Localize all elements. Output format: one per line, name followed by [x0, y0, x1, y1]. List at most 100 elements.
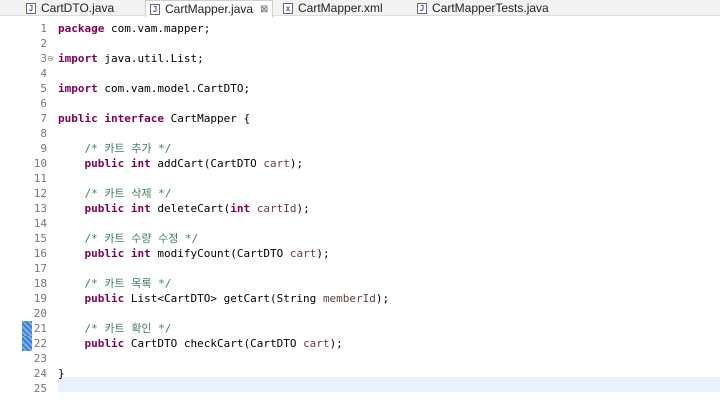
- line-number: 14: [33, 217, 47, 230]
- code-editor[interactable]: package com.vam.mapper; import java.util.…: [58, 16, 720, 411]
- keyword-token: public: [84, 292, 125, 305]
- code-line[interactable]: [58, 216, 720, 231]
- tab-cartmapper-xml[interactable]: x CartMapper.xml: [283, 0, 383, 16]
- code-line[interactable]: [58, 171, 720, 186]
- code-token: com.vam.mapper;: [104, 22, 211, 35]
- code-line[interactable]: [58, 66, 720, 81]
- tab-label: CartMapper.xml: [298, 0, 383, 15]
- code-token: com.vam.model.CartDTO;: [97, 82, 251, 95]
- code-token: deleteCart(: [150, 202, 231, 215]
- keyword-token: import: [58, 82, 98, 95]
- code-line[interactable]: /* 카트 목록 */: [58, 276, 720, 291]
- code-line[interactable]: [58, 351, 720, 366]
- comment-token: /* 카트 삭제 */: [84, 187, 172, 200]
- code-line[interactable]: public List<CartDTO> getCart(String memb…: [58, 291, 720, 306]
- line-number: 7: [40, 112, 47, 125]
- keyword-token: public: [84, 202, 125, 215]
- code-line[interactable]: [58, 36, 720, 51]
- line-number: 2: [40, 37, 47, 50]
- line-number: 18: [33, 277, 47, 290]
- code-line[interactable]: public int modifyCount(CartDTO cart);: [58, 246, 720, 261]
- code-line[interactable]: }: [58, 366, 720, 381]
- line-number: 5: [40, 82, 47, 95]
- code-line[interactable]: public interface CartMapper {: [58, 111, 720, 126]
- line-number: 12: [33, 187, 47, 200]
- keyword-token: int: [130, 157, 151, 170]
- close-tab-icon[interactable]: ⊠: [260, 2, 268, 17]
- line-number: 20: [33, 307, 47, 320]
- code-token: addCart(CartDTO: [150, 157, 264, 170]
- keyword-token: int: [130, 247, 151, 260]
- line-number: 13: [33, 202, 47, 215]
- code-line[interactable]: public int deleteCart(int cartId);: [58, 201, 720, 216]
- line-number: 24: [33, 367, 47, 380]
- line-number: 16: [33, 247, 47, 260]
- code-line[interactable]: /* 카트 확인 */: [58, 321, 720, 336]
- code-line[interactable]: [58, 96, 720, 111]
- tab-cartmappertests-java[interactable]: J CartMapperTests.java: [417, 0, 549, 16]
- code-token: modifyCount(CartDTO: [150, 247, 290, 260]
- tab-label: CartMapper.java: [165, 1, 254, 16]
- keyword-token: interface: [104, 112, 164, 125]
- line-number: 11: [33, 172, 47, 185]
- line-number: 21: [33, 322, 47, 335]
- parameter-token: memberId: [322, 292, 376, 305]
- java-file-icon: J: [150, 3, 160, 15]
- code-line[interactable]: [58, 381, 720, 396]
- keyword-token: public: [58, 112, 98, 125]
- tab-cartdto-java[interactable]: J CartDTO.java: [26, 0, 114, 16]
- code-line[interactable]: import java.util.List;: [58, 51, 720, 66]
- keyword-token: package: [58, 22, 105, 35]
- code-token: CartDTO checkCart(CartDTO: [124, 337, 304, 350]
- code-token: List<CartDTO> getCart(String: [124, 292, 323, 305]
- code-line[interactable]: [58, 306, 720, 321]
- code-line[interactable]: /* 카트 추가 */: [58, 141, 720, 156]
- keyword-token: public: [84, 337, 125, 350]
- tab-label: CartMapperTests.java: [432, 0, 549, 15]
- line-number: 15: [33, 232, 47, 245]
- line-number: 8: [40, 127, 47, 140]
- comment-token: /* 카트 추가 */: [84, 142, 172, 155]
- line-number: 23: [33, 352, 47, 365]
- parameter-token: cartId: [256, 202, 297, 215]
- line-number: 4: [40, 67, 47, 80]
- line-number: 25: [33, 382, 47, 395]
- code-line[interactable]: import com.vam.model.CartDTO;: [58, 81, 720, 96]
- code-line[interactable]: /* 카트 수량 수정 */: [58, 231, 720, 246]
- line-number: 1: [40, 22, 47, 35]
- code-token: );: [375, 292, 390, 305]
- code-token: }: [58, 367, 65, 380]
- parameter-token: cart: [289, 247, 317, 260]
- tab-cartmapper-java[interactable]: J CartMapper.java ⊠: [145, 0, 274, 17]
- code-line[interactable]: package com.vam.mapper;: [58, 21, 720, 36]
- line-number: 17: [33, 262, 47, 275]
- code-token: CartMapper {: [163, 112, 251, 125]
- comment-token: /* 카트 확인 */: [84, 322, 172, 335]
- parameter-token: cart: [263, 157, 290, 170]
- code-line[interactable]: public CartDTO checkCart(CartDTO cart);: [58, 336, 720, 351]
- code-token: );: [289, 157, 304, 170]
- code-line[interactable]: [58, 126, 720, 141]
- code-line[interactable]: [58, 261, 720, 276]
- tab-label: CartDTO.java: [41, 0, 115, 15]
- fold-toggle-icon[interactable]: ⊖: [47, 51, 55, 66]
- code-line[interactable]: /* 카트 삭제 */: [58, 186, 720, 201]
- code-line[interactable]: public int addCart(CartDTO cart);: [58, 156, 720, 171]
- code-token: );: [329, 337, 343, 350]
- line-number: 3: [40, 52, 47, 65]
- keyword-token: int: [230, 202, 251, 215]
- line-number: 6: [40, 97, 47, 110]
- line-number: 22: [33, 337, 47, 350]
